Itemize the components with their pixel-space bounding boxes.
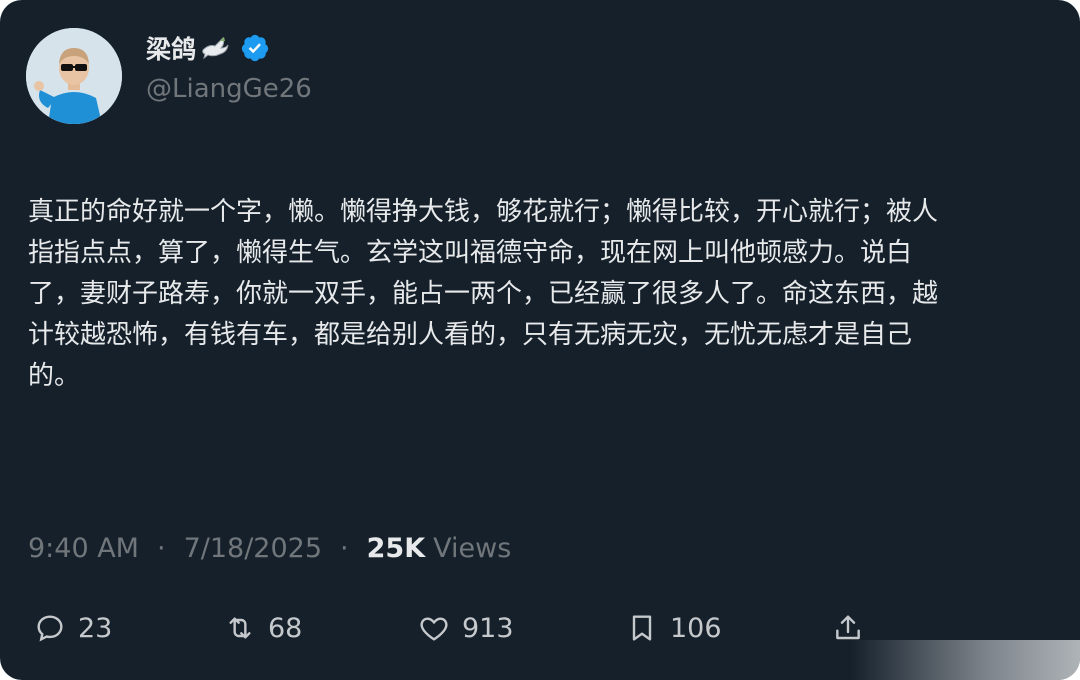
views-label: Views [433,532,512,564]
meta-separator: · [340,532,349,564]
repost-button[interactable]: 68 [224,608,302,648]
dove-icon [202,37,229,60]
like-count: 913 [462,612,514,644]
tweet-meta: 9:40 AM · 7/18/2025 · 25K Views [28,530,511,566]
bookmark-icon [632,615,652,641]
verified-badge-icon[interactable] [240,33,270,63]
watermark-fade [850,640,1080,680]
tweet-text: 真正的命好就一个字，懒。懒得挣大钱，够花就行；懒得比较，开心就行；被人 指指点点… [28,197,939,391]
display-name[interactable]: 梁鸽 [146,30,196,66]
author-handle[interactable]: @LiangGe26 [146,74,312,104]
reply-count: 23 [78,612,113,644]
heart-icon [420,617,448,641]
reply-button[interactable]: 23 [34,608,112,648]
tweet-date[interactable]: 7/18/2025 [184,533,322,564]
bookmark-count: 106 [670,612,722,644]
reply-icon [37,615,63,642]
meta-separator: · [156,532,166,564]
avatar-image [26,28,122,124]
tweet-card: 梁鸽 @LiangGe26 真正的命好就一个字，懒。懒得挣大钱，够花就行；懒得比… [0,0,1080,680]
views-count[interactable]: 25K [367,533,426,564]
repost-count: 68 [268,612,303,644]
tweet-time[interactable]: 9:40 AM [28,533,139,564]
repost-icon [229,617,251,639]
avatar[interactable] [26,28,122,124]
author-name-row: 梁鸽 [146,30,270,66]
like-button[interactable]: 913 [418,608,514,648]
bookmark-button[interactable]: 106 [626,608,722,648]
